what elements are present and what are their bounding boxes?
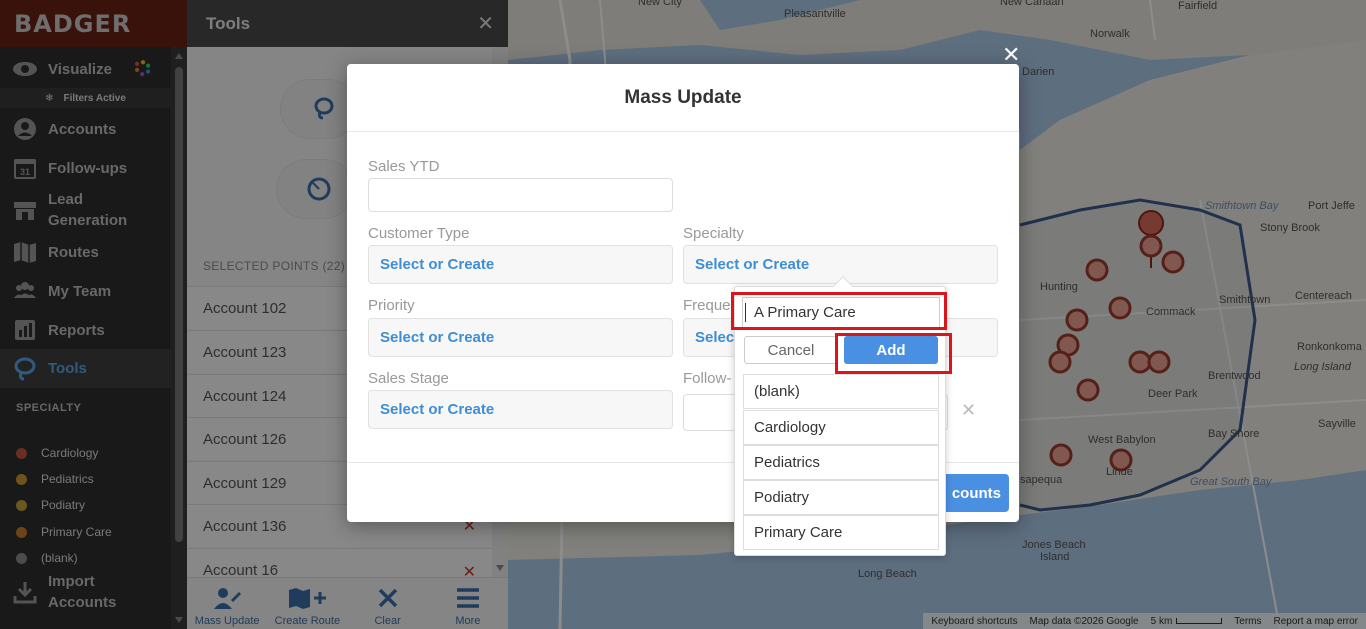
field-label: Specialty [683, 225, 744, 242]
field-label: Sales YTD [368, 158, 440, 175]
sales-ytd-input[interactable] [368, 178, 673, 212]
customer-type-select[interactable]: Select or Create [368, 245, 673, 284]
clear-date-icon[interactable]: ✕ [961, 400, 976, 421]
dropdown-option[interactable]: Podiatry [743, 480, 939, 515]
highlight-box-input [731, 292, 947, 330]
field-label: Sales Stage [368, 370, 449, 387]
field-label: Priority [368, 297, 415, 314]
field-label: Customer Type [368, 225, 470, 242]
update-accounts-button[interactable]: counts [940, 474, 1009, 512]
field-label: Follow- [683, 370, 732, 387]
dropdown-option[interactable]: Pediatrics [743, 445, 939, 480]
dropdown-option[interactable]: Cardiology [743, 410, 939, 445]
cancel-button[interactable]: Cancel [744, 336, 838, 364]
priority-select[interactable]: Select or Create [368, 318, 673, 357]
field-label: Freque [683, 297, 731, 314]
modal-title: Mass Update [347, 64, 1019, 132]
highlight-box-add [835, 333, 952, 374]
sales-stage-select[interactable]: Select or Create [368, 390, 673, 429]
dropdown-option[interactable]: (blank) [743, 374, 939, 409]
dropdown-option[interactable]: Primary Care [743, 515, 939, 550]
